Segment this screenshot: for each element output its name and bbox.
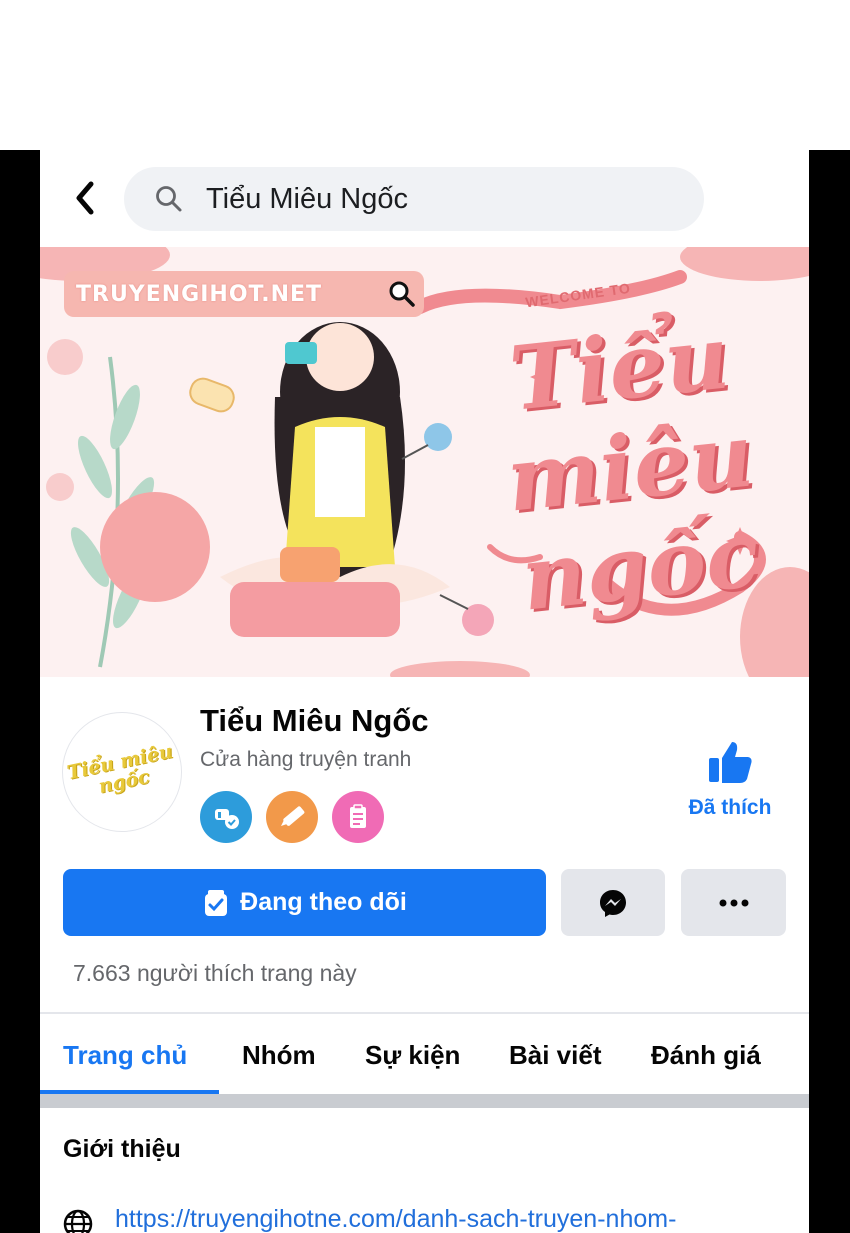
chevron-left-icon <box>76 181 94 215</box>
following-label: Đang theo dõi <box>240 888 407 916</box>
tab-events[interactable]: Sự kiện <box>365 1016 460 1094</box>
following-button[interactable]: Đang theo dõi <box>63 869 546 936</box>
section-separator <box>40 1094 809 1108</box>
site-badge-text: TRUYENGIHOT.NET <box>76 281 323 307</box>
like-badge-icon[interactable] <box>200 791 252 843</box>
thumbs-up-icon <box>680 738 780 786</box>
more-dots-icon <box>719 899 748 906</box>
search-query: Tiểu Miêu Ngốc <box>206 182 409 215</box>
messenger-button[interactable] <box>561 869 665 936</box>
intro-heading: Giới thiệu <box>63 1135 181 1163</box>
badge-row <box>200 791 384 843</box>
tab-bar: Trang chủ Nhóm Sự kiện Bài viết Đánh giá <box>40 1016 809 1094</box>
liked-button[interactable]: Đã thích <box>680 738 780 820</box>
search-icon <box>154 184 184 214</box>
pencil-badge-icon[interactable] <box>266 791 318 843</box>
page-category: Cửa hàng truyện tranh <box>200 748 412 771</box>
right-black-bar <box>809 150 850 1233</box>
divider <box>40 1012 809 1014</box>
more-options-button[interactable] <box>681 869 786 936</box>
globe-icon <box>63 1209 93 1233</box>
page-title: Tiểu Miêu Ngốc <box>200 703 429 738</box>
tab-groups[interactable]: Nhóm <box>242 1016 316 1094</box>
likes-count: 7.663 người thích trang này <box>73 960 357 986</box>
phone-screen: Tiểu Miêu Ngốc TRUYENGIHOT.NET WELCOME T… <box>40 150 809 1233</box>
website-link[interactable]: https://truyengihotne.com/danh-sach-truy… <box>115 1205 676 1233</box>
back-button[interactable] <box>70 180 100 216</box>
magnifier-icon <box>384 276 420 312</box>
cover-title: Tiểu miêu ngốc <box>445 300 809 634</box>
cover-photo[interactable]: TRUYENGIHOT.NET WELCOME TO Tiểu miêu ngố… <box>40 247 809 677</box>
messenger-icon <box>600 889 626 917</box>
tab-home[interactable]: Trang chủ <box>63 1016 187 1094</box>
avatar-logo-text: Tiểu miêu ngốc <box>65 740 175 798</box>
site-badge: TRUYENGIHOT.NET <box>64 271 424 317</box>
liked-label: Đã thích <box>688 796 772 819</box>
tab-reviews[interactable]: Đánh giá <box>651 1016 761 1094</box>
search-bar[interactable]: Tiểu Miêu Ngốc <box>124 167 704 231</box>
tab-posts[interactable]: Bài viết <box>509 1016 602 1094</box>
left-black-bar <box>0 150 40 1233</box>
follow-check-icon <box>202 888 230 918</box>
clipboard-badge-icon[interactable] <box>332 791 384 843</box>
avatar[interactable]: Tiểu miêu ngốc <box>62 712 182 832</box>
